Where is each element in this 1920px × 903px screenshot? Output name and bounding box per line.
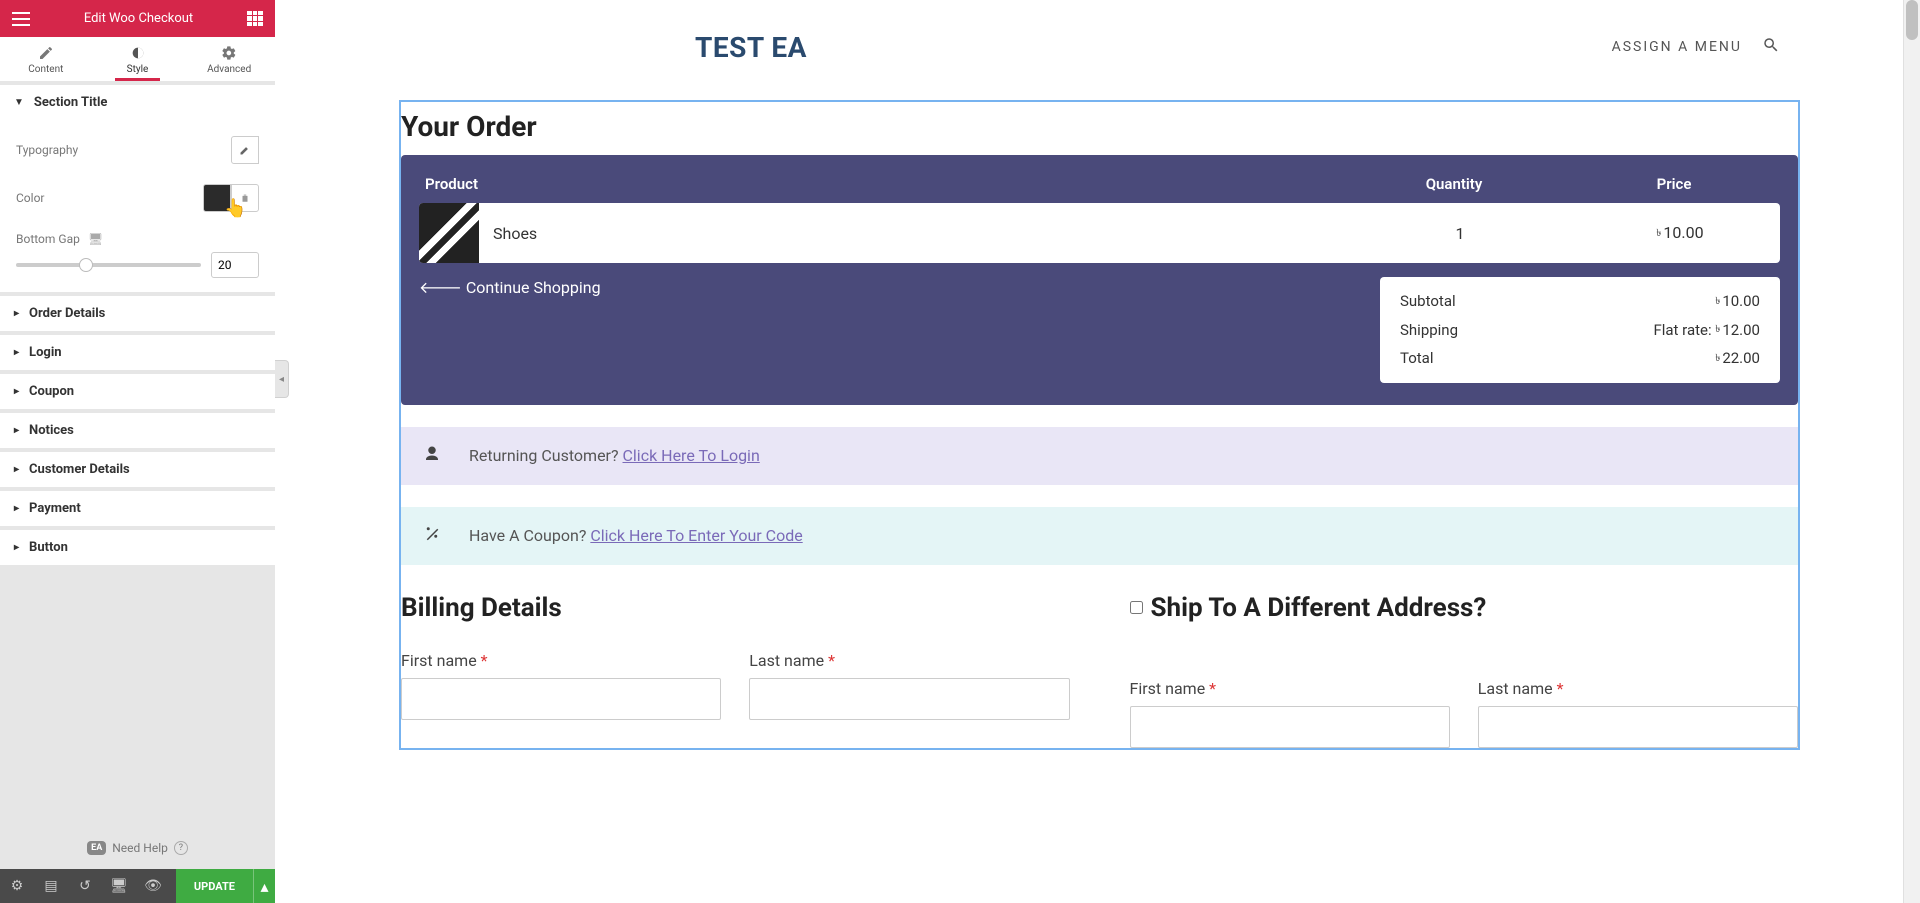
product-qty: 1: [1340, 224, 1580, 243]
widget-frame[interactable]: Your Order Product Quantity Price Shoes …: [399, 100, 1800, 750]
sidebar-header: Edit Woo Checkout: [0, 0, 275, 37]
ship-last-input[interactable]: [1478, 706, 1798, 748]
panel-section-title: ▼Section Title Typography Color: [0, 85, 275, 292]
caret-right-icon: ▸: [14, 308, 19, 319]
user-icon: [423, 445, 441, 467]
coupon-notice: Have A Coupon? Click Here To Enter Your …: [401, 507, 1798, 565]
preview-icon[interactable]: 👁: [136, 869, 170, 903]
billing-first-label: First name *: [401, 651, 721, 670]
color-clear[interactable]: [231, 184, 259, 212]
settings-icon[interactable]: ⚙: [0, 869, 34, 903]
search-icon[interactable]: [1762, 36, 1780, 58]
panel-head-section-title[interactable]: ▼Section Title: [0, 85, 275, 120]
ship-first-label: First name *: [1130, 679, 1450, 698]
color-row: Color: [16, 174, 259, 222]
help-icon: ?: [174, 841, 188, 855]
pencil-icon: [38, 45, 54, 61]
bottom-gap-row: Bottom Gap 🖥: [16, 222, 259, 246]
billing-last-label: Last name *: [749, 651, 1069, 670]
ship-last-label: Last name *: [1478, 679, 1798, 698]
panel-button: ▸Button: [0, 530, 275, 565]
ea-badge-icon: EA: [87, 841, 106, 855]
bottom-toolbar: ⚙ ▤ ↺ 🖥 👁 UPDATE ▴: [0, 869, 275, 903]
col-quantity: Quantity: [1334, 175, 1574, 193]
panel-notices: ▸Notices: [0, 413, 275, 448]
gear-icon: [221, 45, 237, 61]
site-header: TEST EA ASSIGN A MENU: [275, 0, 1920, 94]
ship-first-input[interactable]: [1130, 706, 1450, 748]
desktop-icon[interactable]: 🖥: [88, 232, 103, 246]
coupon-link[interactable]: Click Here To Enter Your Code: [590, 526, 802, 545]
bottom-gap-input[interactable]: [211, 252, 259, 278]
typography-row: Typography: [16, 126, 259, 174]
login-link[interactable]: Click Here To Login: [623, 446, 760, 465]
responsive-icon[interactable]: 🖥: [102, 869, 136, 903]
site-logo: TEST EA: [695, 31, 807, 64]
caret-right-icon: ▸: [14, 464, 19, 475]
preview-canvas: TEST EA ASSIGN A MENU Your Order Product…: [275, 0, 1920, 903]
order-totals: Subtotal৳10.00 ShippingFlat rate: ৳12.00…: [1380, 277, 1780, 383]
billing-first-input[interactable]: [401, 678, 721, 720]
ship-different-checkbox[interactable]: [1130, 601, 1143, 614]
product-name: Shoes: [479, 224, 1340, 243]
caret-right-icon: ▸: [14, 503, 19, 514]
caret-right-icon: ▸: [14, 542, 19, 553]
billing-title: Billing Details: [401, 593, 1070, 623]
caret-down-icon: ▼: [14, 97, 24, 108]
continue-shopping-link[interactable]: 🡐 Continue Shopping: [419, 277, 601, 297]
panel-order-details: ▸Order Details: [0, 296, 275, 331]
collapse-sidebar[interactable]: ◂: [275, 360, 289, 398]
billing-last-input[interactable]: [749, 678, 1069, 720]
panel-coupon: ▸Coupon: [0, 374, 275, 409]
order-box: Product Quantity Price Shoes 1 ৳10.00 🡐 …: [401, 155, 1798, 405]
shipping-column: Ship To A Different Address? First name …: [1130, 593, 1799, 748]
assign-menu-link[interactable]: ASSIGN A MENU: [1612, 39, 1742, 55]
caret-right-icon: ▸: [14, 347, 19, 358]
history-icon[interactable]: ↺: [68, 869, 102, 903]
panel-login: ▸Login: [0, 335, 275, 370]
tab-style[interactable]: Style: [92, 37, 184, 81]
order-line-item: Shoes 1 ৳10.00: [419, 203, 1780, 263]
bottom-gap-slider[interactable]: [16, 246, 259, 278]
typography-edit[interactable]: [231, 136, 259, 164]
product-price: ৳10.00: [1580, 223, 1780, 242]
navigator-icon[interactable]: ▤: [34, 869, 68, 903]
apps-icon[interactable]: [247, 11, 263, 27]
login-notice: Returning Customer? Click Here To Login: [401, 427, 1798, 485]
percent-icon: [423, 525, 441, 547]
menu-icon[interactable]: [12, 12, 30, 26]
style-icon: [130, 45, 146, 61]
your-order-heading: Your Order: [401, 102, 1798, 155]
update-dropdown[interactable]: ▴: [253, 869, 275, 903]
pencil-icon: [239, 144, 251, 156]
shipping-title: Ship To A Different Address?: [1151, 593, 1487, 623]
update-button[interactable]: UPDATE: [176, 869, 253, 903]
product-thumb: [419, 203, 479, 263]
panel-payment: ▸Payment: [0, 491, 275, 526]
panel-customer-details: ▸Customer Details: [0, 452, 275, 487]
editor-tabs: Content Style Advanced: [0, 37, 275, 81]
col-product: Product: [425, 175, 1334, 193]
tab-content[interactable]: Content: [0, 37, 92, 81]
color-swatch[interactable]: [203, 184, 231, 212]
editor-sidebar: Edit Woo Checkout Content Style Advanced…: [0, 0, 275, 903]
col-price: Price: [1574, 175, 1774, 193]
caret-right-icon: ▸: [14, 425, 19, 436]
tab-advanced[interactable]: Advanced: [183, 37, 275, 81]
slider-thumb[interactable]: [79, 258, 93, 272]
sidebar-title: Edit Woo Checkout: [84, 11, 193, 26]
clear-icon: [240, 192, 250, 204]
caret-right-icon: ▸: [14, 386, 19, 397]
need-help[interactable]: EA Need Help ?: [0, 827, 275, 869]
billing-column: Billing Details First name * Last name *: [401, 593, 1070, 748]
